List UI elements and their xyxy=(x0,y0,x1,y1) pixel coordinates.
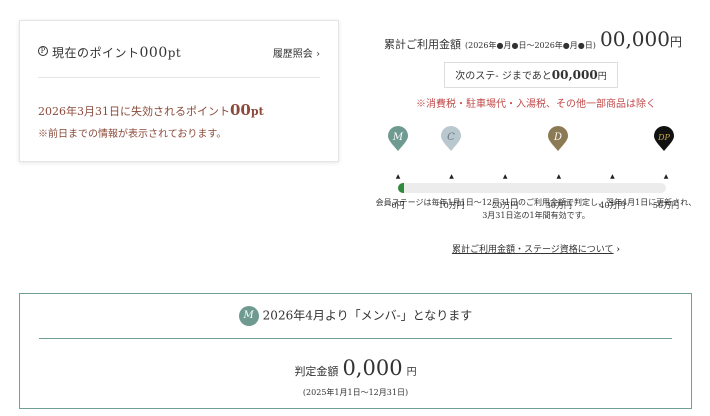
tax-exclusion-note: ※消費税・駐車場代・入湯税、その他一部商品は除く xyxy=(416,99,656,110)
membership-panel: M 2026年4月より「メンバ-」となります 判定金額 0,000 円 (2025年1… xyxy=(19,293,692,409)
points-card: P 現在のポイント000pt 履歴照会 › 2026年3月31日に失効されるポイ… xyxy=(19,20,339,162)
expiring-points: 2026年3月31日に失効されるポイント00pt xyxy=(38,101,264,119)
expiring-points-value: 00 xyxy=(230,101,251,119)
progress-track xyxy=(398,183,666,193)
chevron-right-icon: › xyxy=(316,49,320,60)
stage-info-link[interactable]: 累計ご利用金額・ステージ資格について › xyxy=(362,242,710,255)
tick-marker: ▲ xyxy=(556,173,562,180)
membership-message: M 2026年4月より「メンバ-」となります xyxy=(20,306,691,326)
judge-amount-row: 判定金額 0,000 円 xyxy=(294,356,417,380)
card-divider xyxy=(38,77,320,78)
current-points-label: 現在のポイント000pt xyxy=(52,45,182,61)
update-note: ※前日までの情報が表示されております。 xyxy=(38,129,227,140)
tick-marker: ▲ xyxy=(449,173,454,180)
tick-marker: ▲ xyxy=(663,173,669,180)
judge-amount: 0,000 xyxy=(342,356,403,380)
total-usage-label: 累計ご利用金額 (2026年●月●日〜2026年●月●日) xyxy=(384,38,596,51)
stage-note: 会員ステージは毎年1月1日〜12月31日のご利用金額で判定し、翌年4月1日に更新… xyxy=(375,198,697,220)
stage-pin-label: DP xyxy=(657,133,670,142)
stage-pin-label: C xyxy=(447,132,455,143)
next-stage-box: 次のステ- ジまであと00,000円 xyxy=(444,62,618,88)
usage-panel: 累計ご利用金額 (2026年●月●日〜2026年●月●日) 00,000円 次のス… xyxy=(362,24,710,264)
stage-pin-diamond-icon: D xyxy=(548,126,568,151)
membership-divider xyxy=(39,338,672,339)
judge-period: (2025年1月1日〜12月31日) xyxy=(302,388,409,397)
total-usage-period: (2026年●月●日〜2026年●月●日) xyxy=(465,41,596,50)
points-coin-icon: P xyxy=(38,46,48,56)
stage-pin-diamond-premier-icon: DP xyxy=(654,126,674,151)
next-stage-amount: 00,000 xyxy=(551,68,598,82)
chevron-right-icon: › xyxy=(616,245,621,255)
tick-marker: ▲ xyxy=(610,173,615,180)
tick-marker: ▲ xyxy=(502,173,508,180)
history-link[interactable]: 履歴照会 › xyxy=(273,45,320,60)
stage-pin-label: D xyxy=(553,132,562,143)
current-points-row: P 現在のポイント000pt 履歴照会 › xyxy=(38,43,320,63)
tick-marker: ▲ xyxy=(395,173,401,180)
current-points-value: 000 xyxy=(139,45,168,61)
total-usage-amount: 00,000円 xyxy=(600,27,682,51)
stage-pin-classic-icon: C xyxy=(441,126,461,151)
stage-pin-label: M xyxy=(392,132,404,143)
member-badge-icon: M xyxy=(238,306,259,326)
stage-pin-member-icon: M xyxy=(388,126,408,151)
progress-fill xyxy=(398,183,404,193)
